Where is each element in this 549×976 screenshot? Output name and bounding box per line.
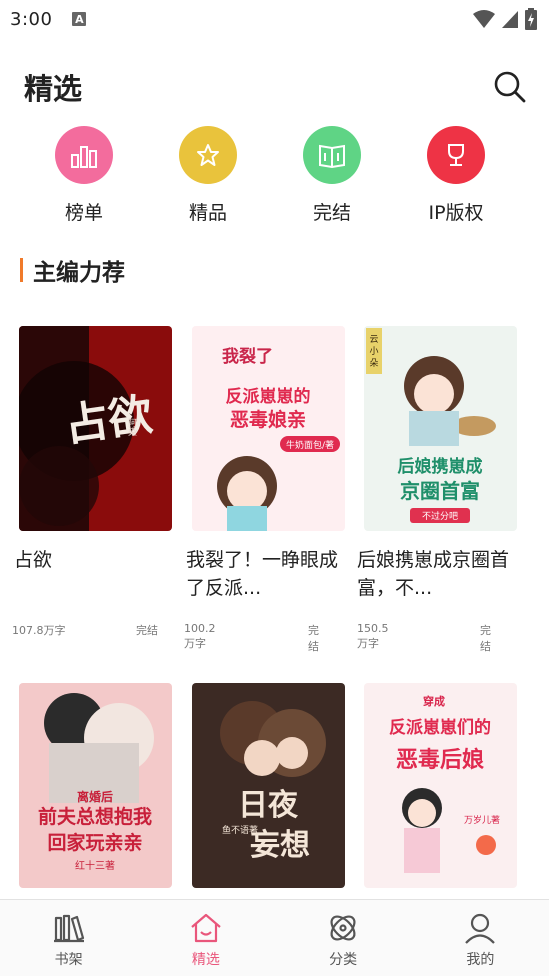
cover-top-text: 穿成 bbox=[423, 694, 445, 708]
quick-link-premium[interactable]: 精品 bbox=[158, 126, 258, 225]
book-title: 占欲 bbox=[14, 549, 53, 571]
cover-top-text: 小 bbox=[369, 346, 378, 357]
search-icon bbox=[494, 71, 526, 103]
status-icons bbox=[473, 8, 537, 30]
section-title: 主编力荐 bbox=[33, 260, 125, 286]
cover-top-text: 云 bbox=[369, 335, 378, 345]
quick-link-label: 榜单 bbox=[64, 202, 103, 224]
book-icon bbox=[303, 126, 361, 184]
quick-link-ip[interactable]: IP版权 bbox=[406, 126, 506, 225]
book-word-count: 100.2万字 bbox=[184, 622, 216, 650]
cover-author-text: 鱼不语著 bbox=[222, 824, 258, 836]
book-cover[interactable]: 日夜 妄想 鱼不语著 bbox=[192, 683, 345, 888]
book-title: 后娘携崽成京圈首富，不... bbox=[357, 549, 510, 599]
cover-top-text: 我裂了 bbox=[222, 346, 273, 367]
book-status: 完结 bbox=[136, 624, 158, 637]
star-icon bbox=[179, 126, 237, 184]
category-icon bbox=[330, 915, 356, 941]
book-cover[interactable]: 离婚后 前夫总想抱我 回家玩亲亲 红十三著 bbox=[19, 683, 172, 888]
search-button[interactable] bbox=[493, 70, 527, 104]
book-word-count: 150.5万字 bbox=[357, 622, 389, 650]
a-icon: A bbox=[72, 12, 87, 26]
status-bar: 3:00 A bbox=[0, 0, 549, 38]
nav-label: 我的 bbox=[466, 952, 495, 968]
nav-featured[interactable]: 精选 bbox=[137, 900, 274, 976]
cover-title-text: 恶毒娘亲 bbox=[230, 408, 306, 431]
book-title: 我裂了！一睁眼成了反派... bbox=[186, 549, 339, 599]
cover-author-text: 牛奶面包/著 bbox=[286, 439, 334, 451]
cover-title-text: 京圈首富 bbox=[400, 479, 480, 503]
bottom-navigation: 书架 精选 分类 我的 bbox=[0, 899, 549, 976]
cover-title-text: 反派崽崽们的 bbox=[389, 717, 491, 738]
nav-label: 精选 bbox=[191, 952, 220, 968]
book-cover[interactable]: 穿成 反派崽崽们的 恶毒后娘 万岁儿著 bbox=[364, 683, 517, 888]
nav-profile[interactable]: 我的 bbox=[412, 900, 549, 976]
chart-icon bbox=[55, 126, 113, 184]
signal-icon bbox=[502, 11, 518, 28]
cover-title-text: 妄想 bbox=[250, 828, 310, 863]
status-time: 3:00 bbox=[10, 8, 53, 30]
cover-top-text: 离婚后 bbox=[77, 789, 113, 804]
cover-top-text: 朵 bbox=[369, 358, 378, 369]
profile-icon bbox=[465, 913, 496, 944]
cover-author-text: 不过分吧 bbox=[422, 510, 458, 522]
quick-link-finished[interactable]: 完结 bbox=[282, 126, 382, 225]
nav-category[interactable]: 分类 bbox=[275, 900, 412, 976]
quick-link-ranking[interactable]: 榜单 bbox=[34, 126, 134, 225]
wifi-icon bbox=[473, 10, 495, 28]
battery-icon bbox=[525, 8, 537, 30]
cover-title-text: 反派崽崽的 bbox=[226, 386, 311, 407]
book-word-count: 107.8万字 bbox=[12, 624, 66, 637]
nav-label: 分类 bbox=[329, 952, 358, 968]
page-title: 精选 bbox=[24, 72, 83, 106]
book-cover[interactable]: 云 小 朵 后娘携崽成 京圈首富 不过分吧 bbox=[364, 326, 517, 531]
cover-title-text: 日夜 bbox=[238, 788, 299, 823]
home-icon bbox=[191, 913, 221, 943]
section-header: 主编力荐 bbox=[20, 255, 125, 286]
section-accent-bar bbox=[20, 258, 23, 282]
book-status: 完结 bbox=[308, 624, 319, 653]
quick-link-label: IP版权 bbox=[428, 202, 484, 224]
book-cover[interactable]: 占欲 阿染 bbox=[19, 326, 172, 531]
quick-link-label: 精品 bbox=[188, 202, 227, 224]
bookshelf-icon bbox=[53, 914, 84, 943]
book-cover[interactable]: 我裂了 反派崽崽的 恶毒娘亲 牛奶面包/著 bbox=[192, 326, 345, 531]
cover-author-text: 万岁儿著 bbox=[464, 814, 500, 826]
cover-author-text: 红十三著 bbox=[75, 859, 115, 872]
cover-title-text: 前夫总想抱我 bbox=[38, 805, 152, 828]
trophy-icon bbox=[427, 126, 485, 184]
nav-label: 书架 bbox=[54, 952, 83, 968]
book-status: 完结 bbox=[480, 624, 491, 653]
cover-title-text: 回家玩亲亲 bbox=[47, 831, 142, 854]
cover-author-text: 阿染 bbox=[126, 418, 137, 437]
cover-title-text: 恶毒后娘 bbox=[396, 747, 484, 773]
header: 精选 bbox=[0, 64, 549, 112]
quick-link-label: 完结 bbox=[312, 202, 351, 224]
nav-bookshelf[interactable]: 书架 bbox=[0, 900, 137, 976]
cover-title-text: 后娘携崽成 bbox=[398, 456, 483, 477]
quick-links: 榜单 精品 完结 IP版权 bbox=[0, 126, 549, 226]
